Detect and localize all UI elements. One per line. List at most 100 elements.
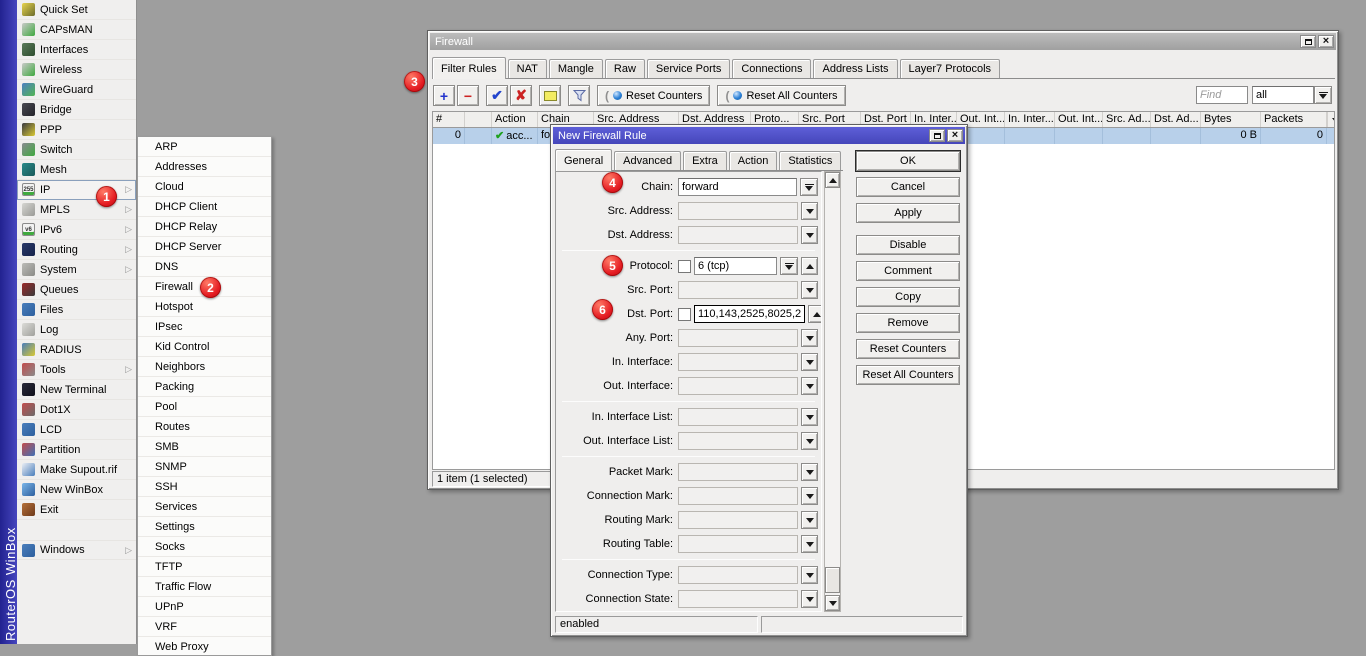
field-input-protocol[interactable]: 6 (tcp) [694,257,777,275]
column-header-flags[interactable] [465,112,492,127]
close-icon[interactable]: × [1318,35,1334,48]
sidebar-item-routing[interactable]: Routing▷ [17,240,136,260]
expand-icon[interactable] [801,487,818,505]
sidebar-item-mpls[interactable]: MPLS▷ [17,200,136,220]
comment-button[interactable] [539,85,561,106]
scroll-down-icon[interactable] [825,595,840,611]
sidebar-item-lcd[interactable]: LCD [17,420,136,440]
not-checkbox[interactable] [678,308,691,321]
dialog-tab-general[interactable]: General [555,149,612,171]
field-input-src-address[interactable] [678,202,798,220]
not-checkbox[interactable] [678,260,691,273]
expand-icon[interactable] [801,463,818,481]
sidebar-item-queues[interactable]: Queues [17,280,136,300]
dialog-titlebar[interactable]: New Firewall Rule × [553,127,965,144]
sidebar-item-wireless[interactable]: Wireless [17,60,136,80]
find-input[interactable] [1196,86,1248,104]
field-input-routing-mark[interactable] [678,511,798,529]
submenu-item-packing[interactable]: Packing [138,377,271,397]
field-input-connection-mark[interactable] [678,487,798,505]
sidebar-item-partition[interactable]: Partition [17,440,136,460]
submenu-item-services[interactable]: Services [138,497,271,517]
reset-all-counters-button[interactable]: ( Reset All Counters [717,85,845,106]
reset-counters-button[interactable]: Reset Counters [856,339,960,359]
field-input-src-port[interactable] [678,281,798,299]
scrollbar-thumb[interactable] [825,567,840,593]
tab-connections[interactable]: Connections [732,59,811,78]
submenu-item-ipsec[interactable]: IPsec [138,317,271,337]
dialog-tab-action[interactable]: Action [729,151,778,170]
firewall-titlebar[interactable]: Firewall × [430,33,1336,50]
collapse-icon[interactable] [801,257,818,275]
submenu-item-kid-control[interactable]: Kid Control [138,337,271,357]
field-input-dst-port[interactable]: 110,143,2525,8025,2 [694,305,805,323]
dialog-tab-extra[interactable]: Extra [683,151,727,170]
sidebar-item-capsman[interactable]: CAPsMAN [17,20,136,40]
sidebar-item-exit[interactable]: Exit [17,500,136,520]
column-header-out-int[interactable]: Out. Int... [1055,112,1103,127]
tab-service-ports[interactable]: Service Ports [647,59,730,78]
field-input-routing-table[interactable] [678,535,798,553]
sidebar-item-ip[interactable]: 255IP▷ [17,180,136,200]
dialog-scrollbar[interactable] [824,171,841,612]
submenu-item-dhcp-client[interactable]: DHCP Client [138,197,271,217]
submenu-item-cloud[interactable]: Cloud [138,177,271,197]
sidebar-item-switch[interactable]: Switch [17,140,136,160]
submenu-item-tftp[interactable]: TFTP [138,557,271,577]
tab-filter-rules[interactable]: Filter Rules [432,57,506,79]
close-icon[interactable]: × [947,129,963,142]
submenu-item-traffic-flow[interactable]: Traffic Flow [138,577,271,597]
dialog-tab-advanced[interactable]: Advanced [614,151,681,170]
submenu-item-upnp[interactable]: UPnP [138,597,271,617]
field-input-any-port[interactable] [678,329,798,347]
column-header-in-inter[interactable]: In. Inter... [1005,112,1055,127]
scroll-up-icon[interactable] [825,172,840,188]
column-header-action[interactable]: Action [492,112,538,127]
expand-icon[interactable] [801,281,818,299]
apply-button[interactable]: Apply [856,203,960,223]
dropdown-list-icon[interactable] [800,178,818,196]
enable-rule-button[interactable]: ✔ [486,85,508,106]
expand-icon[interactable] [801,202,818,220]
copy-button[interactable]: Copy [856,287,960,307]
expand-icon[interactable] [801,353,818,371]
column-header-dst-ad[interactable]: Dst. Ad... [1151,112,1201,127]
tab-nat[interactable]: NAT [508,59,547,78]
sidebar-item-dot1x[interactable]: Dot1X [17,400,136,420]
tab-raw[interactable]: Raw [605,59,645,78]
submenu-item-settings[interactable]: Settings [138,517,271,537]
sidebar-item-windows[interactable]: Windows▷ [17,540,136,560]
expand-icon[interactable] [801,408,818,426]
maximize-icon[interactable] [1300,35,1316,48]
submenu-item-dhcp-server[interactable]: DHCP Server [138,237,271,257]
expand-icon[interactable] [801,329,818,347]
sidebar-item-make-supout-rif[interactable]: Make Supout.rif [17,460,136,480]
sidebar-item-mesh[interactable]: Mesh [17,160,136,180]
disable-button[interactable]: Disable [856,235,960,255]
submenu-item-smb[interactable]: SMB [138,437,271,457]
sidebar-item-quick-set[interactable]: Quick Set [17,0,136,20]
field-input-out-interface-list[interactable] [678,432,798,450]
sidebar-item-interfaces[interactable]: Interfaces [17,40,136,60]
expand-icon[interactable] [801,226,818,244]
filter-select[interactable]: all [1252,86,1332,104]
tab-layer7-protocols[interactable]: Layer7 Protocols [900,59,1001,78]
reset-counters-button[interactable]: ( Reset Counters [597,85,710,106]
field-input-chain[interactable]: forward [678,178,797,196]
dropdown-list-icon[interactable] [780,257,798,275]
sidebar-item-tools[interactable]: Tools▷ [17,360,136,380]
expand-icon[interactable] [801,377,818,395]
collapse-icon[interactable] [808,305,822,323]
reset-all-counters-button[interactable]: Reset All Counters [856,365,960,385]
submenu-item-vrf[interactable]: VRF [138,617,271,637]
filter-button[interactable] [568,85,590,106]
submenu-item-pool[interactable]: Pool [138,397,271,417]
column-header-bytes[interactable]: Bytes [1201,112,1261,127]
field-input-connection-state[interactable] [678,590,798,608]
submenu-item-dhcp-relay[interactable]: DHCP Relay [138,217,271,237]
sidebar-item-ppp[interactable]: PPP [17,120,136,140]
sidebar-item-new-winbox[interactable]: New WinBox [17,480,136,500]
sidebar-item-system[interactable]: System▷ [17,260,136,280]
submenu-item-snmp[interactable]: SNMP [138,457,271,477]
column-config-icon[interactable] [1327,112,1335,127]
